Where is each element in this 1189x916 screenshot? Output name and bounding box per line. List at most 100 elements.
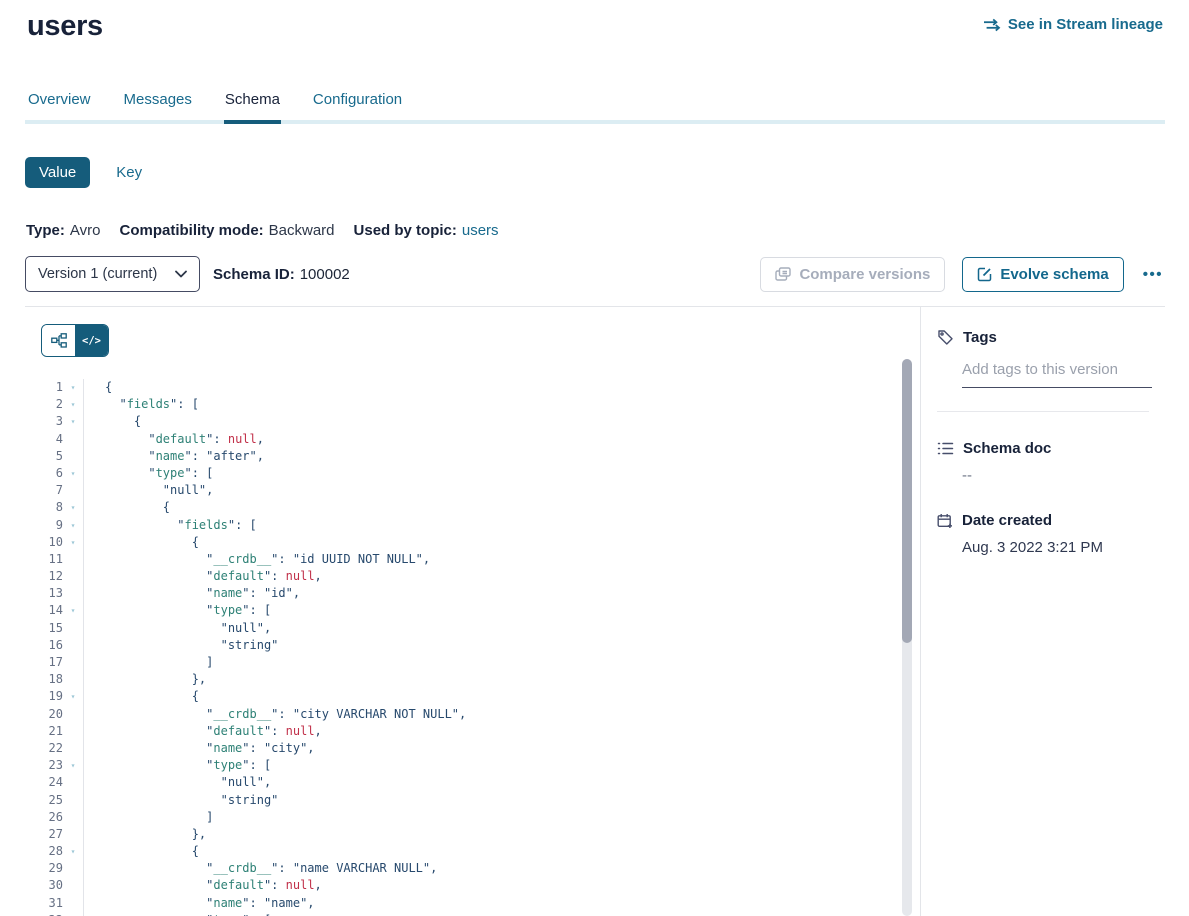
code-line: 25 "string"	[25, 792, 920, 809]
tab-overview[interactable]: Overview	[27, 91, 92, 124]
schema-doc-header: Schema doc	[937, 440, 1149, 457]
value-toggle-button[interactable]: Value	[25, 157, 90, 188]
fold-toggle-icon[interactable]: ▾	[63, 757, 84, 774]
code-line: 8▾ {	[25, 499, 920, 516]
fold-toggle-icon[interactable]: ▾	[63, 534, 84, 551]
fold-toggle-icon[interactable]: ▾	[63, 688, 84, 705]
code-view-button[interactable]: </>	[75, 325, 108, 356]
editor-scrollbar-thumb[interactable]	[902, 359, 912, 643]
code-text: "null",	[84, 482, 920, 499]
code-text: {	[84, 499, 920, 516]
fold-gutter	[63, 620, 84, 637]
tab-bar: Overview Messages Schema Configuration	[25, 91, 1165, 124]
code-text: {	[84, 413, 920, 430]
fold-gutter	[63, 792, 84, 809]
schema-doc-section: Schema doc --	[937, 440, 1149, 484]
code-text: "name": "city",	[84, 740, 920, 757]
code-line: 24 "null",	[25, 774, 920, 791]
code-line: 29 "__crdb__": "name VARCHAR NULL",	[25, 860, 920, 877]
tab-configuration[interactable]: Configuration	[312, 91, 403, 124]
line-number: 19	[25, 688, 63, 705]
fold-gutter	[63, 723, 84, 740]
line-number: 7	[25, 482, 63, 499]
tab-messages[interactable]: Messages	[123, 91, 193, 124]
date-created-value: Aug. 3 2022 3:21 PM	[962, 539, 1149, 556]
code-view-icon: </>	[82, 335, 101, 347]
tags-section: Tags	[937, 329, 1149, 412]
code-line: 1▾{	[25, 379, 920, 396]
editor-view-toggle: </>	[41, 324, 109, 357]
schema-card: </> 1▾{2▾ "fields": [3▾ {4 "default": nu…	[25, 306, 1165, 916]
topic-link[interactable]: users	[462, 222, 499, 239]
type-label: Type:	[26, 222, 65, 239]
code-line: 31 "name": "name",	[25, 895, 920, 912]
type-field: Type:Avro	[26, 222, 100, 239]
fold-toggle-icon[interactable]: ▾	[63, 379, 84, 396]
fold-gutter	[63, 585, 84, 602]
code-text: "__crdb__": "id UUID NOT NULL",	[84, 551, 920, 568]
line-number: 29	[25, 860, 63, 877]
key-toggle-link[interactable]: Key	[116, 164, 142, 181]
line-number: 14	[25, 602, 63, 619]
evolve-schema-button[interactable]: Evolve schema	[962, 257, 1123, 292]
line-number: 13	[25, 585, 63, 602]
code-line: 17 ]	[25, 654, 920, 671]
fold-toggle-icon[interactable]: ▾	[63, 465, 84, 482]
code-line: 22 "name": "city",	[25, 740, 920, 757]
line-number: 32	[25, 912, 63, 916]
fold-toggle-icon[interactable]: ▾	[63, 602, 84, 619]
line-number: 21	[25, 723, 63, 740]
line-number: 30	[25, 877, 63, 894]
fold-gutter	[63, 809, 84, 826]
fold-toggle-icon[interactable]: ▾	[63, 396, 84, 413]
date-created-header: Date created	[937, 512, 1149, 529]
schema-id-value: 100002	[300, 266, 350, 283]
compare-versions-label: Compare versions	[799, 266, 930, 283]
code-text: "__crdb__": "name VARCHAR NULL",	[84, 860, 920, 877]
code-text: "default": null,	[84, 723, 920, 740]
fold-toggle-icon[interactable]: ▾	[63, 499, 84, 516]
code-text: "default": null,	[84, 877, 920, 894]
fold-gutter	[63, 654, 84, 671]
version-select[interactable]: Version 1 (current)	[25, 256, 200, 292]
see-in-stream-lineage-link[interactable]: See in Stream lineage	[983, 16, 1163, 33]
code-text: ]	[84, 809, 920, 826]
code-line: 13 "name": "id",	[25, 585, 920, 602]
fold-toggle-icon[interactable]: ▾	[63, 843, 84, 860]
tab-schema[interactable]: Schema	[224, 91, 281, 124]
schema-id-label: Schema ID:	[213, 266, 295, 283]
fold-toggle-icon[interactable]: ▾	[63, 912, 84, 916]
line-number: 23	[25, 757, 63, 774]
tags-header: Tags	[937, 329, 1149, 346]
date-created-section: Date created Aug. 3 2022 3:21 PM	[937, 512, 1149, 556]
tree-view-button[interactable]	[42, 325, 75, 356]
code-line: 9▾ "fields": [	[25, 517, 920, 534]
code-text: "type": [	[84, 602, 920, 619]
code-text: "fields": [	[84, 396, 920, 413]
line-number: 10	[25, 534, 63, 551]
editor-scrollbar-track[interactable]	[902, 359, 912, 916]
line-number: 17	[25, 654, 63, 671]
compare-versions-button[interactable]: Compare versions	[760, 257, 945, 292]
line-number: 6	[25, 465, 63, 482]
code-line: 19▾ {	[25, 688, 920, 705]
add-tags-input[interactable]	[962, 359, 1152, 388]
used-by-topic-field: Used by topic:users	[354, 222, 499, 239]
more-options-button[interactable]: •••	[1141, 262, 1165, 287]
fold-toggle-icon[interactable]: ▾	[63, 517, 84, 534]
schema-code[interactable]: 1▾{2▾ "fields": [3▾ {4 "default": null,5…	[25, 379, 920, 916]
line-number: 31	[25, 895, 63, 912]
schema-doc-value: --	[962, 467, 1149, 484]
line-number: 12	[25, 568, 63, 585]
code-text: "type": [	[84, 912, 920, 916]
line-number: 20	[25, 706, 63, 723]
code-line: 2▾ "fields": [	[25, 396, 920, 413]
stream-lineage-label: See in Stream lineage	[1008, 16, 1163, 33]
code-text: "default": null,	[84, 431, 920, 448]
stream-lineage-icon	[983, 18, 1001, 32]
fold-gutter	[63, 706, 84, 723]
tag-icon	[937, 329, 954, 346]
tree-view-icon	[51, 333, 67, 348]
line-number: 28	[25, 843, 63, 860]
fold-toggle-icon[interactable]: ▾	[63, 413, 84, 430]
